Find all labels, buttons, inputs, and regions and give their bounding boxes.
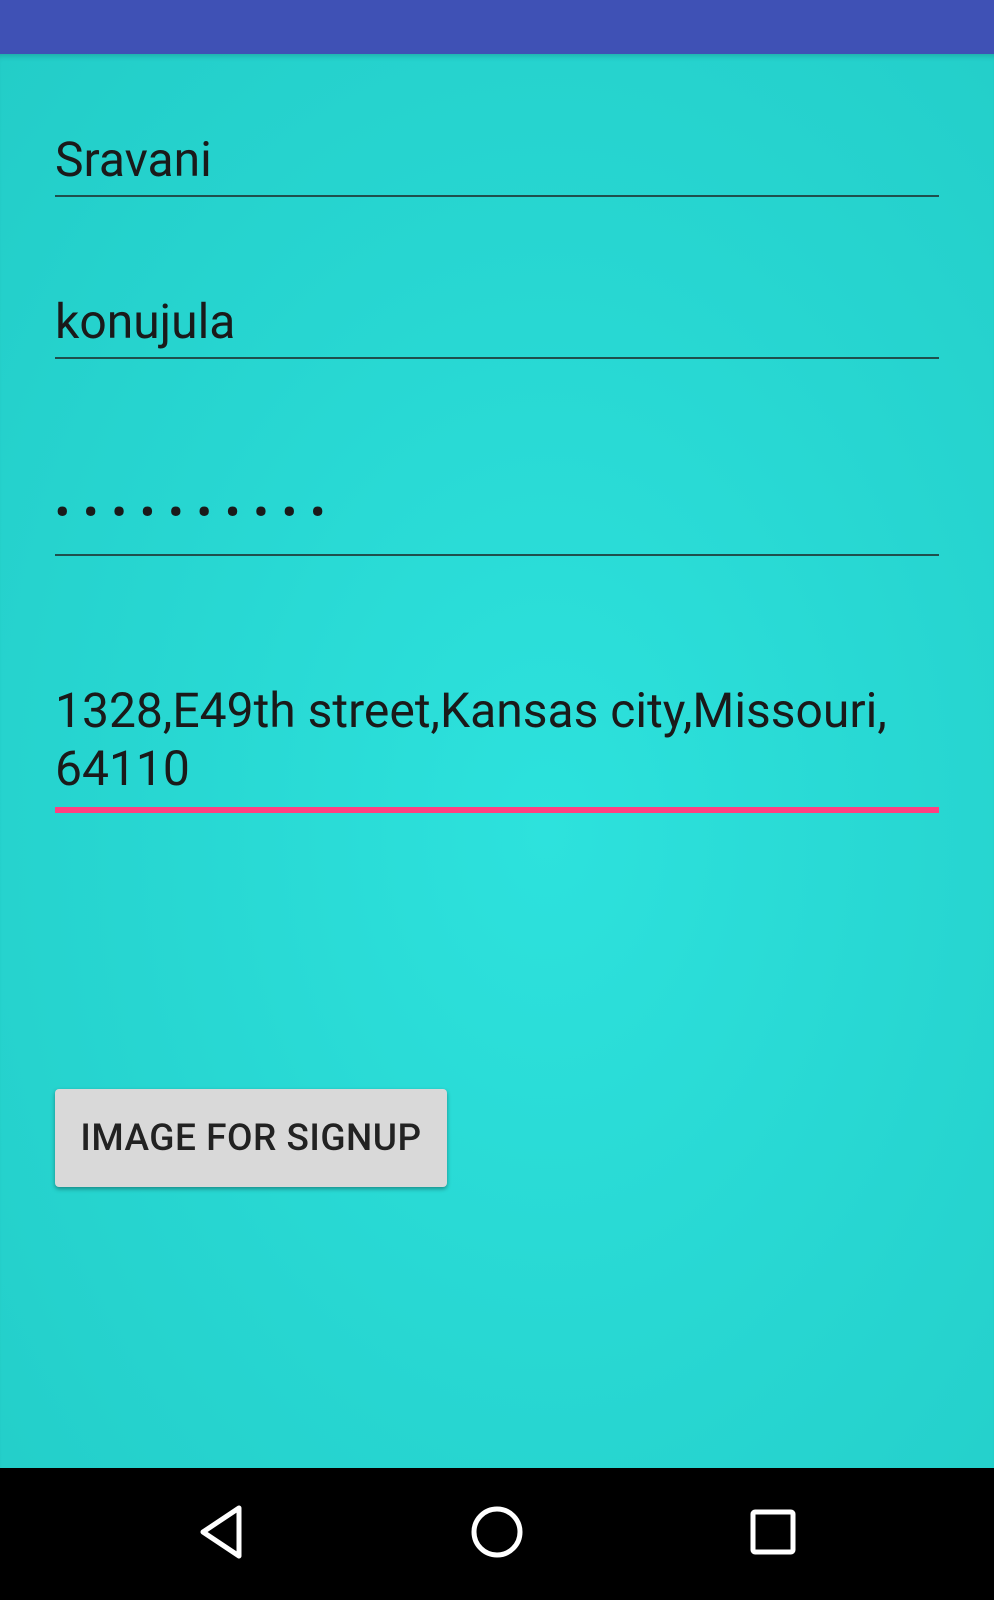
address-field[interactable]: 1328,E49th street,Kansas city,Missouri, … [55,682,939,822]
first-name-field[interactable]: Sravani [55,124,939,204]
navigation-bar [0,1468,994,1600]
last-name-underline [55,357,939,359]
signup-form: Sravani konujula •••••••••• 1328,E49th s… [0,54,994,1468]
image-for-signup-button[interactable]: IMAGE FOR SIGNUP [55,1089,447,1187]
address-underline-focused [55,807,939,813]
home-button[interactable] [437,1468,557,1600]
status-bar [0,0,994,54]
image-for-signup-label: IMAGE FOR SIGNUP [80,1116,422,1160]
password-value: •••••••••• [55,489,339,536]
back-button[interactable] [161,1468,281,1600]
address-line-1: 1328,E49th street,Kansas city,Missouri, [55,682,887,739]
back-icon [191,1502,251,1566]
recents-button[interactable] [713,1468,833,1600]
last-name-field[interactable]: konujula [55,286,939,366]
password-underline [55,554,939,556]
password-field[interactable]: •••••••••• [55,484,939,564]
recents-icon [743,1502,803,1566]
last-name-value: konujula [55,293,236,350]
address-line-2: 64110 [55,740,190,797]
first-name-underline [55,195,939,197]
first-name-value: Sravani [55,131,212,188]
home-icon [467,1502,527,1566]
